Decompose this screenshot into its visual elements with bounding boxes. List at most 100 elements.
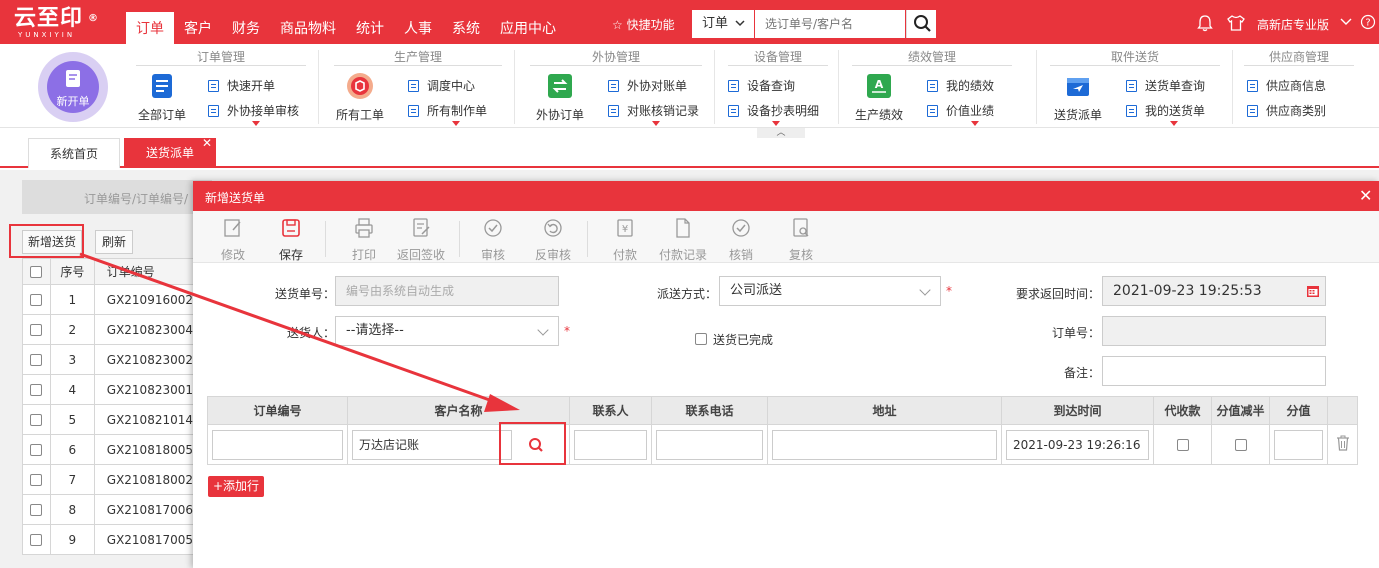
delivery-dispatch-button[interactable]: 送货派单 (1050, 72, 1106, 123)
pay-record-button[interactable]: 付款记录 (655, 217, 711, 263)
print-button[interactable]: 打印 (336, 217, 392, 263)
quick-functions[interactable]: ☆ 快捷功能 (612, 16, 675, 33)
table-row[interactable]: 3 GX210823002 (22, 344, 195, 375)
row-checkbox[interactable] (30, 294, 43, 306)
value-performance-link[interactable]: 价值业绩 (927, 102, 994, 119)
all-production-link[interactable]: 所有制作单 (408, 102, 487, 119)
half-score-checkbox[interactable] (1234, 439, 1247, 451)
chevron-down-icon[interactable] (1340, 18, 1352, 26)
supplier-info-link[interactable]: 供应商信息 (1247, 77, 1326, 94)
edit-button[interactable]: 修改 (205, 217, 261, 263)
phone-input[interactable] (656, 429, 763, 460)
supplier-category-link[interactable]: 供应商类别 (1247, 102, 1326, 119)
calendar-icon[interactable] (1306, 284, 1320, 298)
close-icon[interactable]: ✕ (1359, 186, 1372, 205)
unaudit-button[interactable]: 反审核 (525, 217, 581, 263)
tab-home[interactable]: 系统首页 (28, 138, 120, 168)
nav-orders[interactable]: 订单 (126, 12, 174, 44)
row-checkbox[interactable] (30, 534, 43, 546)
recheck-label: 复核 (788, 248, 813, 262)
return-time-field[interactable]: 2021-09-23 19:25:53 (1102, 276, 1326, 306)
address-input[interactable] (772, 429, 997, 460)
writeoff-button[interactable]: 核销 (713, 217, 769, 263)
score-input[interactable] (1274, 429, 1323, 460)
delivery-query-link[interactable]: 送货单查询 (1126, 77, 1205, 94)
dispatch-center-link[interactable]: 调度中心 (408, 77, 475, 94)
dropdown-arrow-icon[interactable] (971, 121, 979, 126)
table-row[interactable]: 7 GX210818002 (22, 464, 195, 495)
search-button[interactable] (906, 10, 936, 38)
table-row[interactable]: 6 GX210818005 (22, 434, 195, 465)
nav-hr[interactable]: 人事 (394, 12, 442, 44)
meter-detail-link[interactable]: 设备抄表明细 (728, 102, 819, 119)
row-checkbox[interactable] (30, 474, 43, 486)
row-checkbox[interactable] (30, 324, 43, 336)
dropdown-arrow-icon[interactable] (1170, 121, 1178, 126)
recheck-button[interactable]: 复核 (773, 217, 829, 263)
nav-customers[interactable]: 客户 (174, 12, 222, 44)
delivery-completed-checkbox[interactable] (695, 331, 707, 345)
trash-icon[interactable] (1336, 435, 1350, 451)
row-checkbox[interactable] (30, 444, 43, 456)
quick-order-link[interactable]: 快速开单 (208, 77, 275, 94)
nav-finance[interactable]: 财务 (222, 12, 270, 44)
refresh-button[interactable]: 刷新 (95, 230, 133, 254)
doc-icon (927, 105, 938, 117)
row-checkbox[interactable] (30, 354, 43, 366)
row-checkbox[interactable] (30, 414, 43, 426)
my-delivery-link[interactable]: 我的送货单 (1126, 102, 1205, 119)
bell-icon[interactable] (1196, 14, 1214, 32)
outsource-review-link[interactable]: 外协接单审核 (208, 102, 299, 119)
search-input[interactable] (755, 10, 905, 38)
nav-system[interactable]: 系统 (442, 12, 490, 44)
help-icon[interactable]: ? (1360, 14, 1376, 30)
select-all-checkbox[interactable] (30, 266, 43, 278)
order-no-field[interactable] (1102, 316, 1326, 346)
reconcile-records-link[interactable]: 对账核销记录 (608, 102, 699, 119)
dropdown-arrow-icon[interactable] (652, 121, 660, 126)
return-sign-button[interactable]: 返回签收 (393, 217, 449, 263)
device-query-link[interactable]: 设备查询 (728, 77, 795, 94)
table-row[interactable]: 4 GX210823001 (22, 374, 195, 405)
outsource-statement-link[interactable]: 外协对账单 (608, 77, 687, 94)
row-checkbox[interactable] (30, 504, 43, 516)
add-row-button[interactable]: +添加行 (208, 476, 264, 497)
nav-materials[interactable]: 商品物料 (270, 12, 346, 44)
search-icon (914, 15, 931, 32)
pay-button[interactable]: ¥ 付款 (597, 217, 653, 263)
table-row[interactable]: 1 GX210916002 (22, 284, 195, 315)
remark-field[interactable] (1102, 356, 1326, 386)
delivery-method-select[interactable]: 公司派送 (719, 276, 941, 306)
all-orders-button[interactable]: 全部订单 (134, 72, 190, 123)
brand-logo[interactable]: 云至印 ® (14, 6, 98, 32)
search-type-select[interactable]: 订单 (692, 10, 754, 38)
save-button[interactable]: 保存 (263, 217, 319, 263)
nav-app-center[interactable]: 应用中心 (490, 12, 566, 44)
table-row[interactable]: 9 GX210817005 (22, 524, 195, 555)
dropdown-arrow-icon[interactable] (772, 121, 780, 126)
outsource-orders-button[interactable]: 外协订单 (530, 72, 590, 123)
shirt-icon[interactable] (1226, 14, 1246, 32)
sender-select[interactable]: --请选择-- (335, 316, 559, 346)
table-row[interactable]: 5 GX210821014 (22, 404, 195, 435)
my-performance-link[interactable]: 我的绩效 (927, 77, 994, 94)
dropdown-arrow-icon[interactable] (452, 121, 460, 126)
all-workorders-button[interactable]: 所有工单 (332, 72, 388, 123)
table-row[interactable]: 2 GX210823004 (22, 314, 195, 345)
audit-button[interactable]: 审核 (465, 217, 521, 263)
dropdown-arrow-icon[interactable] (252, 121, 260, 126)
order-search-input[interactable]: 订单编号/订单编号/ (22, 180, 212, 214)
ribbon-collapse-toggle[interactable]: ︿ (757, 128, 805, 138)
new-order-button[interactable]: 新开单 (38, 52, 108, 122)
table-row[interactable]: 8 GX210817006 (22, 494, 195, 525)
close-icon[interactable]: ✕ (202, 136, 212, 150)
store-edition[interactable]: 高新店专业版 (1257, 16, 1329, 33)
contact-input[interactable] (574, 429, 647, 460)
order-no-input[interactable] (212, 429, 343, 460)
customer-name-input[interactable]: 万达店记账 (352, 429, 512, 460)
arrive-time-input[interactable]: 2021-09-23 19:26:16 (1006, 429, 1149, 460)
row-checkbox[interactable] (30, 384, 43, 396)
production-performance-button[interactable]: A 生产绩效 (851, 72, 907, 123)
collect-payment-checkbox[interactable] (1176, 439, 1189, 451)
nav-statistics[interactable]: 统计 (346, 12, 394, 44)
